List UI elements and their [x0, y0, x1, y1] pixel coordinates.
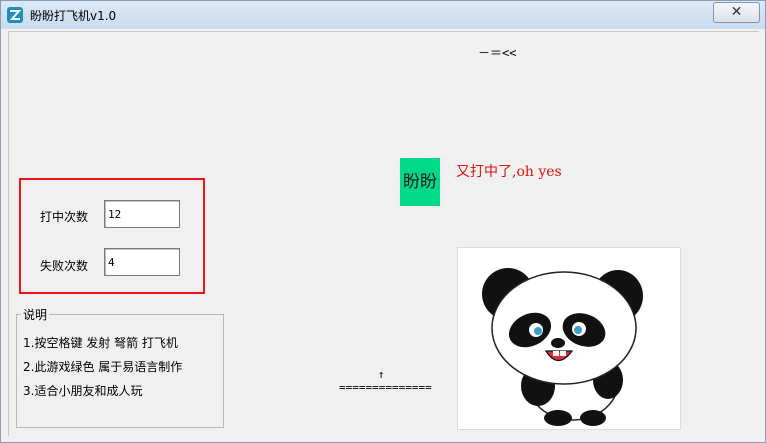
arrow-icon: ↑: [377, 368, 385, 381]
instruction-line: 1.按空格键 发射 弩箭 打飞机: [23, 336, 178, 350]
window-title: 盼盼打飞机v1.0: [30, 9, 117, 23]
misses-label: 失败次数: [40, 259, 89, 273]
title-bar[interactable]: 盼盼打飞机v1.0 ✕: [1, 1, 765, 29]
target-label: 盼盼: [400, 158, 440, 206]
app-icon: [7, 7, 23, 23]
shooter-base: ==============: [339, 381, 432, 394]
instructions-title: 说明: [21, 306, 50, 323]
misses-field[interactable]: 4: [104, 248, 180, 276]
panda-image: [457, 247, 681, 430]
instruction-line: 3.适合小朋友和成人玩: [23, 384, 143, 398]
hits-field[interactable]: 12: [104, 200, 180, 228]
shooter: ↑ ==============: [339, 368, 432, 394]
hits-label: 打中次数: [40, 210, 89, 224]
hit-message: 又打中了,oh yes: [456, 164, 562, 180]
close-button[interactable]: ✕: [713, 2, 760, 23]
enemy-plane: －＝<<: [478, 46, 517, 60]
instruction-line: 2.此游戏绿色 属于易语言制作: [23, 360, 183, 374]
